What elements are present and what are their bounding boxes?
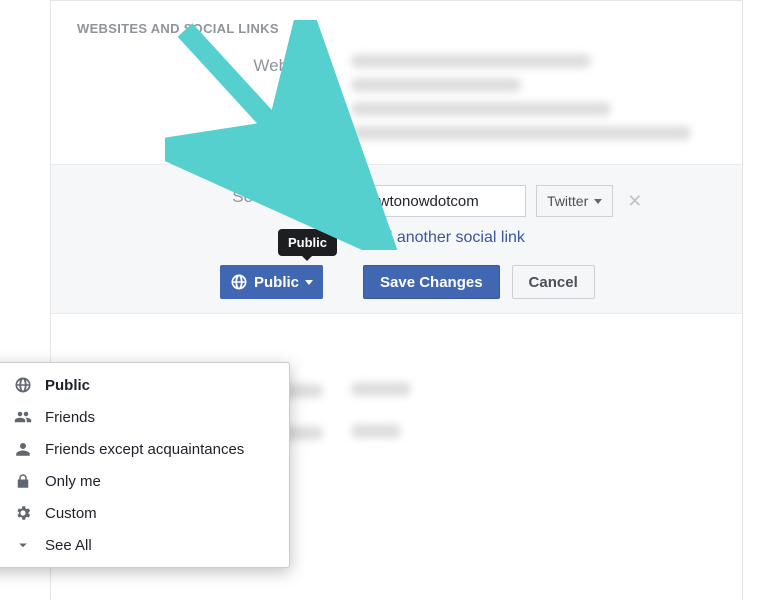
- caret-down-icon: [13, 536, 33, 554]
- cancel-button[interactable]: Cancel: [512, 265, 595, 299]
- privacy-option-friends[interactable]: Friends: [0, 401, 289, 433]
- privacy-option-see-all[interactable]: See All: [0, 529, 289, 561]
- chevron-down-icon: [594, 199, 602, 204]
- globe-icon: [13, 376, 33, 394]
- chevron-down-icon: [305, 280, 313, 285]
- globe-icon: [230, 273, 248, 291]
- privacy-option-public[interactable]: ✓ Public: [0, 369, 289, 401]
- website-redacted-3: [351, 102, 611, 116]
- privacy-option-label: See All: [45, 537, 92, 554]
- privacy-selector-button[interactable]: Public: [220, 265, 323, 299]
- websites-label: Websites: [51, 54, 351, 150]
- website-redacted-4: [351, 126, 691, 140]
- save-button[interactable]: Save Changes: [363, 265, 500, 299]
- website-redacted-2: [351, 78, 521, 92]
- privacy-button-label: Public: [254, 274, 299, 291]
- websites-row: Websites: [51, 48, 742, 164]
- social-username-input[interactable]: [351, 185, 526, 217]
- lock-icon: [13, 472, 33, 490]
- check-icon: ✓: [0, 377, 1, 394]
- remove-social-link-button[interactable]: ✕: [623, 191, 646, 212]
- section-header: WEBSITES AND SOCIAL LINKS: [51, 0, 742, 48]
- privacy-option-only-me[interactable]: Only me: [0, 465, 289, 497]
- gear-icon: [13, 504, 33, 522]
- website-redacted-1: [351, 54, 591, 68]
- privacy-option-label: Custom: [45, 505, 97, 522]
- privacy-option-friends-except[interactable]: Friends except acquaintances: [0, 433, 289, 465]
- platform-select[interactable]: Twitter: [536, 185, 613, 217]
- privacy-option-label: Friends: [45, 409, 95, 426]
- privacy-dropdown-menu: ✓ Public Friends Friends except acquaint…: [0, 362, 290, 568]
- add-another-social-link[interactable]: + Add another social link: [351, 217, 722, 247]
- platform-selected-label: Twitter: [547, 193, 588, 209]
- privacy-option-label: Only me: [45, 473, 101, 490]
- social-links-section: Social Links Twitter ✕ + Add another soc…: [51, 164, 742, 314]
- privacy-option-custom[interactable]: Custom: [0, 497, 289, 529]
- friends-icon: [13, 408, 33, 426]
- privacy-option-label: Friends except acquaintances: [45, 441, 244, 458]
- redacted-value: [351, 382, 411, 396]
- redacted-value: [351, 424, 401, 438]
- privacy-option-label: Public: [45, 377, 90, 394]
- privacy-tooltip: Public: [278, 229, 337, 256]
- friend-except-icon: [13, 440, 33, 458]
